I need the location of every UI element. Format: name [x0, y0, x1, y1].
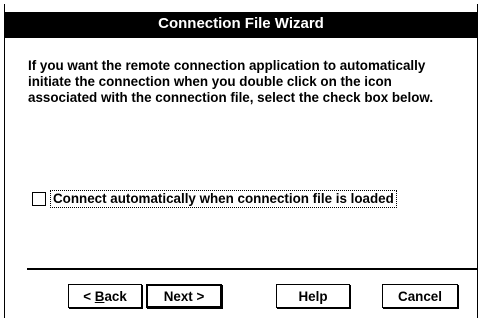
- back-button[interactable]: < Back: [68, 284, 142, 308]
- next-label: Next >: [163, 288, 205, 304]
- help-button[interactable]: Help: [276, 284, 350, 308]
- back-rest: ack: [104, 288, 127, 304]
- instructions-text: If you want the remote connection applic…: [28, 58, 434, 105]
- title-divider: [4, 36, 478, 38]
- help-label: Help: [298, 288, 328, 304]
- title-bar: Connection File Wizard: [4, 12, 478, 36]
- cancel-label: Cancel: [398, 288, 442, 304]
- button-divider: [27, 268, 478, 270]
- auto-connect-label[interactable]: Connect automatically when connection fi…: [50, 190, 397, 208]
- cancel-button[interactable]: Cancel: [382, 284, 458, 308]
- auto-connect-checkbox[interactable]: [32, 192, 46, 206]
- wizard-window: [4, 4, 478, 318]
- back-mnemonic: B: [94, 288, 105, 304]
- window-title: Connection File Wizard: [158, 15, 324, 32]
- next-button[interactable]: Next >: [146, 284, 222, 308]
- auto-connect-option[interactable]: Connect automatically when connection fi…: [32, 190, 397, 208]
- back-prefix: <: [83, 288, 95, 304]
